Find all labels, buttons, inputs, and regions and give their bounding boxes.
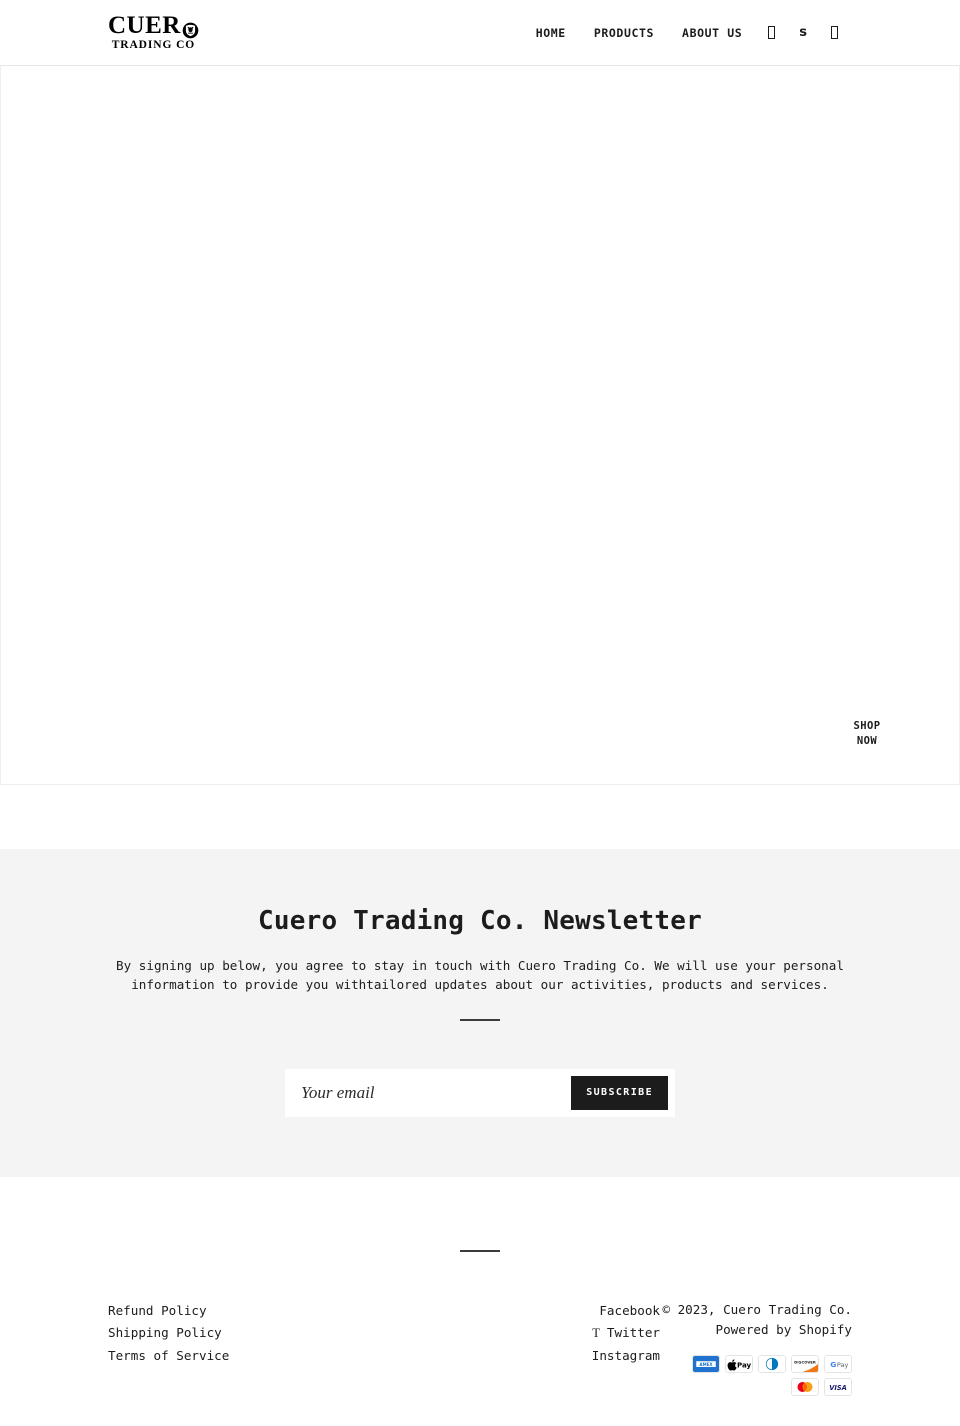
- svg-text:Pay: Pay: [837, 1361, 849, 1369]
- amex-icon: AMEX: [692, 1354, 720, 1373]
- svg-text:DISCOVER: DISCOVER: [794, 1359, 816, 1364]
- newsletter-signup-form: SUBSCRIBE: [285, 1068, 675, 1117]
- logo-wordmark: CUER: [108, 12, 199, 40]
- crest-emblem-icon: [182, 19, 199, 39]
- copyright-text: © 2023, Cuero Trading Co.: [662, 1301, 852, 1317]
- shopify-link[interactable]: Shopify: [799, 1322, 852, 1337]
- account-icon-glyph: [768, 26, 776, 39]
- search-icon[interactable]: s: [787, 25, 819, 40]
- twitter-icon: T: [592, 1326, 600, 1341]
- newsletter-description: By signing up below, you agree to stay i…: [116, 957, 844, 993]
- footer-social-links: Facebook T Twitter Instagram: [380, 1300, 660, 1369]
- social-row-facebook: Facebook: [380, 1300, 660, 1323]
- footer-link-twitter[interactable]: Twitter: [607, 1322, 660, 1345]
- apple-pay-icon: Pay: [725, 1354, 753, 1373]
- storefront-page: CUER TRADING CO HOME PRODUCTS ABOUT US s…: [0, 0, 960, 1426]
- footer-link-instagram[interactable]: Instagram: [592, 1345, 660, 1368]
- discover-icon: DISCOVER: [791, 1354, 819, 1373]
- google-pay-icon: G Pay: [824, 1354, 852, 1373]
- visa-icon: VISA: [824, 1377, 852, 1396]
- footer-columns: Refund Policy Shipping Policy Terms of S…: [0, 1300, 960, 1396]
- newsletter-divider: [460, 1018, 500, 1021]
- logo-subtext: TRADING CO: [111, 39, 196, 52]
- powered-by-prefix: Powered by: [715, 1321, 799, 1337]
- subscribe-button[interactable]: SUBSCRIBE: [571, 1075, 668, 1110]
- social-row-twitter: T Twitter: [380, 1322, 660, 1345]
- main-navigation: HOME PRODUCTS ABOUT US s: [522, 25, 850, 40]
- nav-item-products[interactable]: PRODUCTS: [580, 26, 668, 40]
- footer-link-facebook[interactable]: Facebook: [599, 1300, 660, 1323]
- site-footer: Refund Policy Shipping Policy Terms of S…: [0, 1249, 960, 1426]
- cart-icon-glyph: [831, 26, 838, 39]
- footer-link-terms-of-service[interactable]: Terms of Service: [108, 1345, 380, 1368]
- mastercard-icon: [791, 1377, 819, 1396]
- svg-text:G: G: [830, 1360, 836, 1369]
- payment-methods: AMEX Pay DISCOVER G Pay VISA: [660, 1354, 852, 1396]
- site-header: CUER TRADING CO HOME PRODUCTS ABOUT US s: [0, 0, 960, 66]
- footer-policy-links: Refund Policy Shipping Policy Terms of S…: [108, 1300, 380, 1369]
- email-input[interactable]: [285, 1068, 572, 1117]
- nav-item-about-us[interactable]: ABOUT US: [668, 26, 756, 40]
- hero-newsletter-spacer: [0, 785, 960, 849]
- powered-by-line: Powered by Shopify: [660, 1320, 852, 1340]
- newsletter-section: Cuero Trading Co. Newsletter By signing …: [0, 849, 960, 1177]
- account-icon[interactable]: [756, 26, 787, 39]
- footer-link-shipping-policy[interactable]: Shipping Policy: [108, 1322, 380, 1345]
- site-logo[interactable]: CUER TRADING CO: [108, 12, 199, 52]
- cart-icon[interactable]: [819, 26, 850, 39]
- footer-link-refund-policy[interactable]: Refund Policy: [108, 1300, 380, 1323]
- svg-text:VISA: VISA: [829, 1384, 847, 1392]
- shop-now-button[interactable]: SHOP NOW: [848, 719, 886, 749]
- footer-legal-column: © 2023, Cuero Trading Co. Powered by Sho…: [660, 1300, 852, 1396]
- svg-text:AMEX: AMEX: [699, 1362, 713, 1367]
- social-row-instagram: Instagram: [380, 1345, 660, 1368]
- hero-banner: SHOP NOW: [0, 66, 960, 785]
- svg-text:Pay: Pay: [737, 1361, 752, 1370]
- newsletter-title: Cuero Trading Co. Newsletter: [258, 906, 702, 936]
- nav-item-home[interactable]: HOME: [522, 26, 580, 40]
- logo-wordmark-text: CUER: [108, 12, 181, 40]
- footer-divider: [460, 1249, 500, 1252]
- diners-club-icon: [758, 1354, 786, 1373]
